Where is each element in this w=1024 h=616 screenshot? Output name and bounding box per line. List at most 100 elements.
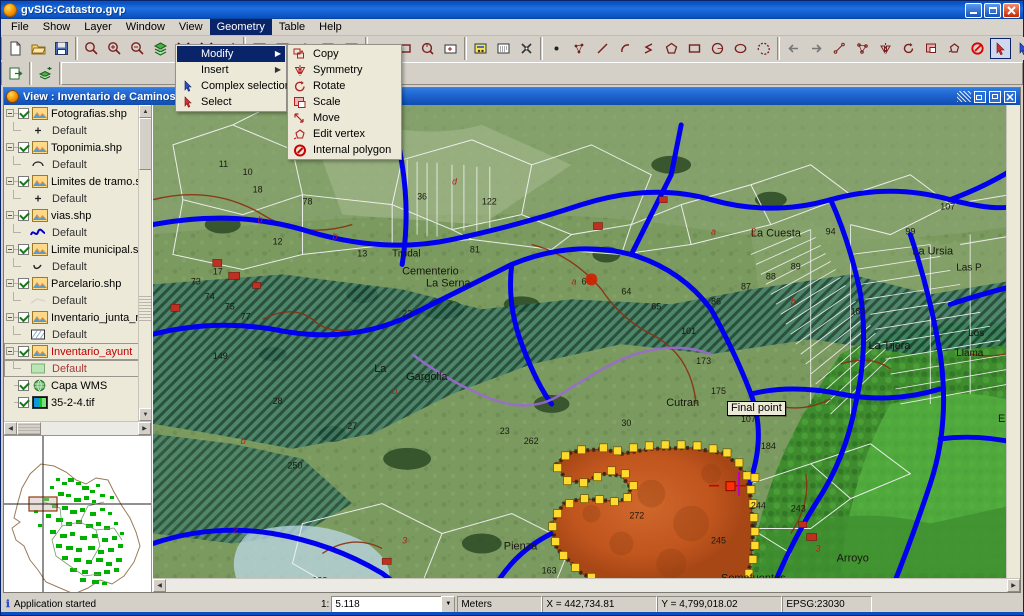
locator-overview-map[interactable] bbox=[4, 435, 151, 592]
layer-visibility-checkbox[interactable] bbox=[18, 142, 29, 153]
layer-row[interactable]: Fotografias.shp bbox=[4, 105, 151, 122]
expand-toggle[interactable] bbox=[6, 309, 15, 326]
rotate-tool-icon[interactable] bbox=[898, 38, 919, 59]
complex-select-arrow-icon[interactable] bbox=[1013, 38, 1024, 59]
polyline-icon[interactable] bbox=[638, 38, 659, 59]
scroll-right-button[interactable]: ▶ bbox=[138, 422, 151, 435]
map-canvas-container[interactable]: Cementerio La Serna Tividal La Gargolla … bbox=[152, 105, 1020, 592]
layer-visibility-checkbox[interactable] bbox=[18, 312, 29, 323]
modify-submenu[interactable]: Copy Symmetry Rotate Scale Move bbox=[287, 44, 402, 160]
menu-item-modify[interactable]: Modify ▶ bbox=[177, 46, 285, 62]
menu-show[interactable]: Show bbox=[36, 19, 78, 35]
layer-row[interactable]: Inventario_junta_ru bbox=[4, 309, 151, 326]
layer-row[interactable]: Limites de tramo.shp bbox=[4, 173, 151, 190]
menu-table[interactable]: Table bbox=[272, 19, 312, 35]
close-button[interactable] bbox=[1003, 3, 1020, 18]
layer-visibility-checkbox[interactable] bbox=[18, 397, 29, 408]
layer-row[interactable]: vias.shp bbox=[4, 207, 151, 224]
map-canvas[interactable]: Cementerio La Serna Tividal La Gargolla … bbox=[153, 105, 1020, 592]
layer-symbol-row[interactable]: Default bbox=[4, 122, 151, 139]
layer-symbol-row[interactable]: Default bbox=[4, 224, 151, 241]
menu-layer[interactable]: Layer bbox=[77, 19, 119, 35]
layer-symbol-row[interactable]: Default bbox=[4, 360, 151, 377]
arc-icon[interactable] bbox=[615, 38, 636, 59]
point-icon[interactable] bbox=[546, 38, 567, 59]
submenu-item-symmetry[interactable]: Symmetry bbox=[289, 62, 400, 78]
layers-icon[interactable] bbox=[150, 38, 171, 59]
expand-toggle[interactable] bbox=[6, 105, 15, 122]
menu-geometry[interactable]: Geometry bbox=[210, 19, 272, 35]
menu-help[interactable]: Help bbox=[312, 19, 349, 35]
layer-visibility-checkbox[interactable] bbox=[18, 210, 29, 221]
tools-icon[interactable] bbox=[516, 38, 537, 59]
new-project-icon[interactable] bbox=[5, 38, 26, 59]
save-project-icon[interactable] bbox=[51, 38, 72, 59]
expand-toggle[interactable] bbox=[6, 241, 15, 258]
toc-horizontal-scrollbar[interactable]: ◀ ▶ bbox=[4, 421, 151, 435]
geometry-menu-dropdown[interactable]: Modify ▶ Insert ▶ Complex selection Sele… bbox=[175, 44, 287, 112]
map-vertical-scrollbar[interactable] bbox=[1006, 105, 1020, 578]
raster-properties-icon[interactable] bbox=[493, 38, 514, 59]
add-layer-icon[interactable] bbox=[35, 63, 56, 84]
layer-symbol-row[interactable]: Default bbox=[4, 190, 151, 207]
info-icon[interactable] bbox=[440, 38, 461, 59]
toc-vertical-scrollbar[interactable]: ▲ ▼ bbox=[138, 105, 151, 421]
spline-icon[interactable] bbox=[753, 38, 774, 59]
scale-control[interactable]: 1: 5.118 ▼ bbox=[321, 596, 455, 613]
expand-toggle[interactable] bbox=[6, 173, 15, 190]
expand-toggle[interactable] bbox=[6, 343, 15, 360]
scroll-grip[interactable] bbox=[139, 295, 151, 321]
layer-visibility-checkbox[interactable] bbox=[18, 176, 29, 187]
layer-visibility-checkbox[interactable] bbox=[18, 278, 29, 289]
undo-arrow-icon[interactable] bbox=[783, 38, 804, 59]
menu-file[interactable]: File bbox=[4, 19, 36, 35]
layer-symbol-row[interactable]: Default bbox=[4, 258, 151, 275]
scale-tool-icon[interactable] bbox=[921, 38, 942, 59]
scroll-left-button[interactable]: ◀ bbox=[4, 422, 17, 435]
map-scroll-left-button[interactable]: ◀ bbox=[153, 579, 166, 592]
edit-vertex-tool-icon[interactable] bbox=[944, 38, 965, 59]
zoom-in-icon[interactable] bbox=[104, 38, 125, 59]
layer-visibility-checkbox[interactable] bbox=[18, 108, 29, 119]
menu-item-select[interactable]: Select bbox=[177, 94, 285, 110]
scroll-track-horizontal[interactable] bbox=[41, 422, 138, 435]
zoom-out-icon[interactable] bbox=[127, 38, 148, 59]
export-layer-icon[interactable] bbox=[5, 63, 26, 84]
map-horizontal-scrollbar[interactable]: ◀ ▶ bbox=[153, 578, 1020, 592]
layer-row[interactable]: Toponimia.shp bbox=[4, 139, 151, 156]
multipoint-icon[interactable] bbox=[569, 38, 590, 59]
menu-item-insert[interactable]: Insert ▶ bbox=[177, 62, 285, 78]
minimize-button[interactable] bbox=[965, 3, 982, 18]
expand-toggle[interactable] bbox=[6, 207, 15, 224]
restore-down-button[interactable] bbox=[974, 91, 986, 103]
layer-row[interactable]: Limite municipal.shp bbox=[4, 241, 151, 258]
layer-symbol-row[interactable]: Default bbox=[4, 292, 151, 309]
link-icon[interactable] bbox=[470, 38, 491, 59]
menu-view[interactable]: View bbox=[172, 19, 210, 35]
submenu-item-move[interactable]: Move bbox=[289, 110, 400, 126]
submenu-item-rotate[interactable]: Rotate bbox=[289, 78, 400, 94]
maximize-button[interactable] bbox=[989, 91, 1001, 103]
line-icon[interactable] bbox=[592, 38, 613, 59]
scale-input[interactable]: 5.118 bbox=[331, 596, 441, 613]
submenu-item-internal-polygon[interactable]: Internal polygon bbox=[289, 142, 400, 158]
open-project-icon[interactable] bbox=[28, 38, 49, 59]
menu-item-complex-selection[interactable]: Complex selection bbox=[177, 78, 285, 94]
layer-row[interactable]: Capa WMS bbox=[4, 377, 151, 394]
scroll-up-button[interactable]: ▲ bbox=[139, 105, 151, 118]
scroll-thumb-horizontal[interactable] bbox=[17, 422, 41, 435]
menu-window[interactable]: Window bbox=[119, 19, 172, 35]
redo-arrow-icon[interactable] bbox=[806, 38, 827, 59]
submenu-item-copy[interactable]: Copy bbox=[289, 46, 400, 62]
layer-visibility-checkbox[interactable] bbox=[18, 244, 29, 255]
submenu-item-scale[interactable]: Scale bbox=[289, 94, 400, 110]
layer-row[interactable]: Parcelario.shp bbox=[4, 275, 151, 292]
symmetry-tool-icon[interactable] bbox=[875, 38, 896, 59]
zoom-previous-icon[interactable] bbox=[81, 38, 102, 59]
layer-row[interactable]: 35-2-4.tif bbox=[4, 394, 151, 411]
submenu-item-edit-vertex[interactable]: Edit vertex bbox=[289, 126, 400, 142]
expand-toggle[interactable] bbox=[6, 139, 15, 156]
ellipse-icon[interactable] bbox=[730, 38, 751, 59]
layer-visibility-checkbox[interactable] bbox=[18, 346, 29, 357]
scroll-thumb[interactable] bbox=[139, 118, 151, 170]
